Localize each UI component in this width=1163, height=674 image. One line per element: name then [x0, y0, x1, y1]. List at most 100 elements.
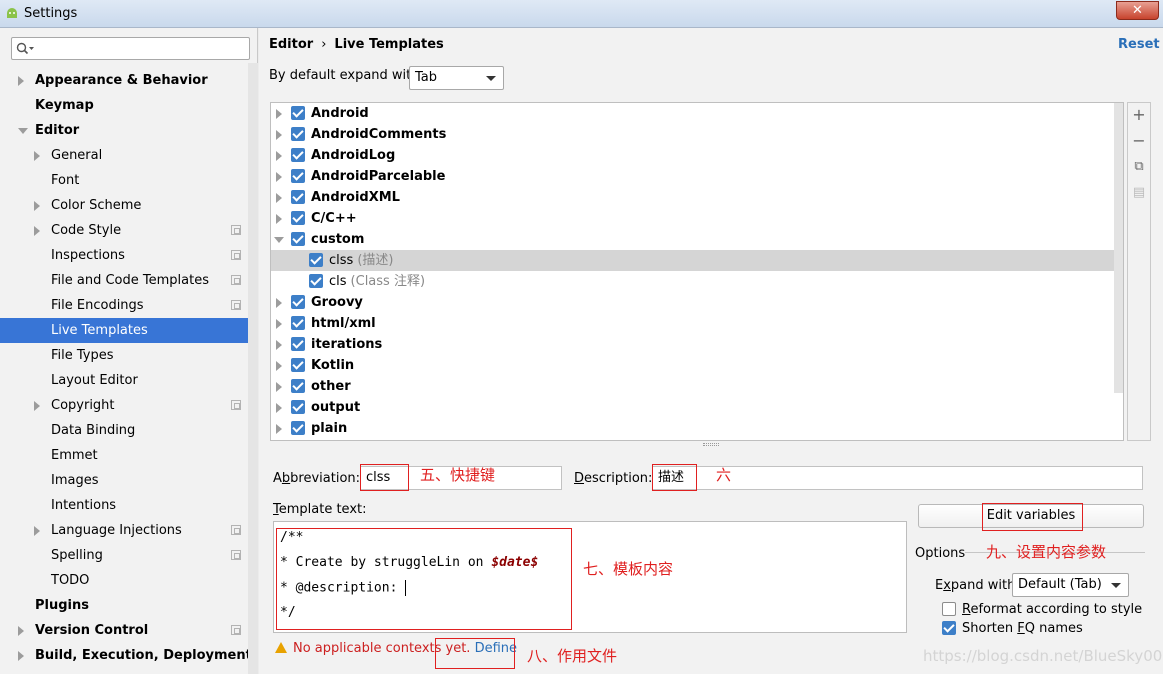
- sidebar-item-file-encodings[interactable]: File Encodings: [0, 293, 248, 318]
- restore-defaults-icon[interactable]: ▤: [1128, 182, 1150, 204]
- project-scope-icon: [231, 625, 241, 635]
- chevron-right-icon[interactable]: [276, 172, 282, 182]
- chevron-right-icon[interactable]: [276, 151, 282, 161]
- chevron-right-icon[interactable]: [34, 151, 40, 161]
- template-group[interactable]: html/xml: [271, 313, 1114, 334]
- sidebar-item-data-binding[interactable]: Data Binding: [0, 418, 248, 443]
- chevron-right-icon[interactable]: [34, 226, 40, 236]
- template-checkbox[interactable]: [291, 316, 305, 330]
- sidebar-item-file-and-code-templates[interactable]: File and Code Templates: [0, 268, 248, 293]
- templates-scrollbar[interactable]: [1114, 103, 1123, 393]
- sidebar-item-layout-editor[interactable]: Layout Editor: [0, 368, 248, 393]
- chevron-down-icon[interactable]: [18, 128, 28, 134]
- sidebar-item-todo[interactable]: TODO: [0, 568, 248, 593]
- chevron-right-icon[interactable]: [276, 340, 282, 350]
- remove-icon[interactable]: −: [1128, 130, 1150, 152]
- reset-link[interactable]: Reset: [1118, 37, 1160, 52]
- settings-search-input[interactable]: [11, 37, 250, 60]
- sidebar-item-images[interactable]: Images: [0, 468, 248, 493]
- template-checkbox[interactable]: [291, 148, 305, 162]
- chevron-right-icon[interactable]: [276, 382, 282, 392]
- chevron-right-icon[interactable]: [34, 201, 40, 211]
- expand-with-select[interactable]: Default (Tab): [1012, 573, 1129, 597]
- chevron-right-icon[interactable]: [276, 109, 282, 119]
- template-checkbox[interactable]: [291, 169, 305, 183]
- template-checkbox[interactable]: [291, 421, 305, 435]
- template-checkbox[interactable]: [291, 379, 305, 393]
- template-checkbox[interactable]: [291, 337, 305, 351]
- template-name: Kotlin: [311, 358, 355, 373]
- chevron-right-icon[interactable]: [276, 214, 282, 224]
- chevron-right-icon[interactable]: [18, 651, 24, 661]
- template-checkbox[interactable]: [291, 232, 305, 246]
- chevron-right-icon[interactable]: [276, 424, 282, 434]
- template-checkbox[interactable]: [291, 106, 305, 120]
- chevron-right-icon[interactable]: [276, 403, 282, 413]
- template-checkbox[interactable]: [309, 253, 323, 267]
- close-button[interactable]: ✕: [1116, 1, 1159, 20]
- template-group[interactable]: AndroidLog: [271, 145, 1114, 166]
- template-group[interactable]: C/C++: [271, 208, 1114, 229]
- sidebar-item-appearance-behavior[interactable]: Appearance & Behavior: [0, 68, 248, 93]
- sidebar-item-keymap[interactable]: Keymap: [0, 93, 248, 118]
- chevron-right-icon[interactable]: [18, 626, 24, 636]
- template-checkbox[interactable]: [291, 211, 305, 225]
- warning-icon: [275, 642, 287, 653]
- sidebar-item-version-control[interactable]: Version Control: [0, 618, 248, 643]
- template-group[interactable]: other: [271, 376, 1114, 397]
- chevron-right-icon[interactable]: [18, 76, 24, 86]
- reformat-checkbox[interactable]: [942, 602, 956, 616]
- sidebar-item-copyright[interactable]: Copyright: [0, 393, 248, 418]
- template-checkbox[interactable]: [309, 274, 323, 288]
- chevron-right-icon[interactable]: [34, 401, 40, 411]
- sidebar-item-editor[interactable]: Editor: [0, 118, 248, 143]
- breadcrumb-editor[interactable]: Editor: [269, 37, 313, 52]
- copy-icon[interactable]: ⧉: [1128, 156, 1150, 178]
- sidebar-item-spelling[interactable]: Spelling: [0, 543, 248, 568]
- template-checkbox[interactable]: [291, 127, 305, 141]
- template-item[interactable]: cls (Class 注释): [271, 271, 1114, 292]
- template-group[interactable]: Kotlin: [271, 355, 1114, 376]
- template-item[interactable]: clss (描述): [271, 250, 1114, 271]
- sidebar-item-plugins[interactable]: Plugins: [0, 593, 248, 618]
- sidebar-scrollbar[interactable]: [248, 63, 258, 674]
- template-checkbox[interactable]: [291, 400, 305, 414]
- template-group[interactable]: AndroidParcelable: [271, 166, 1114, 187]
- sidebar-item-language-injections[interactable]: Language Injections: [0, 518, 248, 543]
- template-group[interactable]: Android: [271, 103, 1114, 124]
- chevron-right-icon[interactable]: [276, 193, 282, 203]
- sidebar-item-font[interactable]: Font: [0, 168, 248, 193]
- sidebar-item-intentions[interactable]: Intentions: [0, 493, 248, 518]
- sidebar-item-emmet[interactable]: Emmet: [0, 443, 248, 468]
- template-checkbox[interactable]: [291, 358, 305, 372]
- default-expand-select[interactable]: Tab: [409, 66, 504, 90]
- template-group[interactable]: AndroidXML: [271, 187, 1114, 208]
- chevron-down-icon[interactable]: [274, 237, 284, 243]
- add-icon[interactable]: +: [1128, 104, 1150, 126]
- template-group[interactable]: iterations: [271, 334, 1114, 355]
- splitter-handle[interactable]: [703, 443, 719, 446]
- template-group[interactable]: custom: [271, 229, 1114, 250]
- description-label: Description:: [574, 471, 653, 486]
- shorten-fq-checkbox[interactable]: [942, 621, 956, 635]
- sidebar-item-color-scheme[interactable]: Color Scheme: [0, 193, 248, 218]
- sidebar-item-code-style[interactable]: Code Style: [0, 218, 248, 243]
- template-group[interactable]: Groovy: [271, 292, 1114, 313]
- template-group[interactable]: output: [271, 397, 1114, 418]
- sidebar-item-label: Spelling: [51, 548, 103, 563]
- sidebar-item-file-types[interactable]: File Types: [0, 343, 248, 368]
- sidebar-item-general[interactable]: General: [0, 143, 248, 168]
- template-group[interactable]: plain: [271, 418, 1114, 439]
- template-checkbox[interactable]: [291, 190, 305, 204]
- sidebar-item-live-templates[interactable]: Live Templates: [0, 318, 248, 343]
- chevron-right-icon[interactable]: [276, 298, 282, 308]
- chevron-right-icon[interactable]: [276, 130, 282, 140]
- template-name: iterations: [311, 337, 383, 352]
- chevron-right-icon[interactable]: [276, 319, 282, 329]
- sidebar-item-inspections[interactable]: Inspections: [0, 243, 248, 268]
- sidebar-item-build-execution-deployment[interactable]: Build, Execution, Deployment: [0, 643, 252, 668]
- chevron-right-icon[interactable]: [276, 361, 282, 371]
- template-checkbox[interactable]: [291, 295, 305, 309]
- template-group[interactable]: AndroidComments: [271, 124, 1114, 145]
- chevron-right-icon[interactable]: [34, 526, 40, 536]
